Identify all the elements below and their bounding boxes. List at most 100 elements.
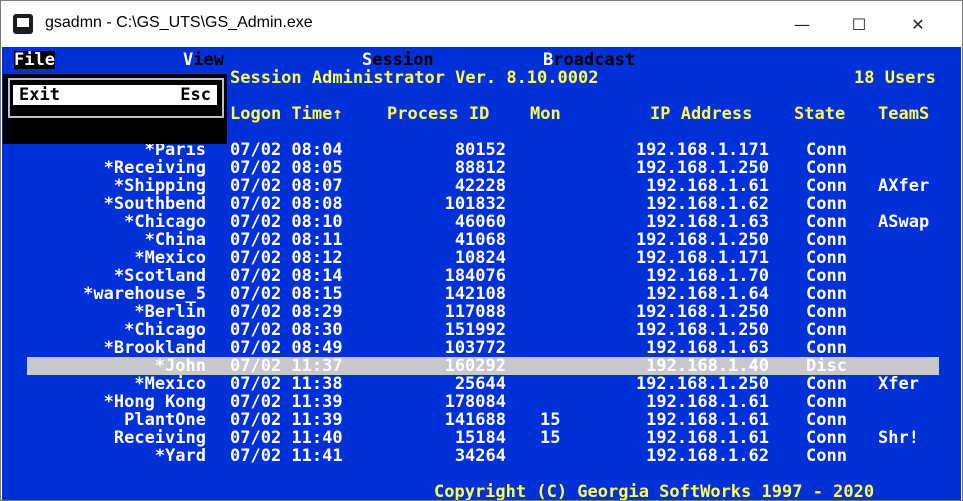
- session-pid: 25644: [454, 374, 506, 394]
- session-time: 07/02 11:38: [230, 374, 343, 394]
- session-state: Conn: [806, 140, 847, 160]
- session-row[interactable]: *John 07/02 11:37 160292 192.168.1.40 Disc: [27, 357, 939, 375]
- session-time: 07/02 11:40: [230, 428, 343, 448]
- session-ip: 192.168.1.70: [646, 266, 769, 286]
- session-team: AXfer: [878, 176, 930, 196]
- menu-file[interactable]: File: [14, 51, 55, 69]
- close-button[interactable]: ✕: [895, 1, 941, 47]
- session-pid: 103772: [444, 338, 506, 358]
- session-pid: 151992: [444, 320, 506, 340]
- session-team: Shr!: [878, 428, 919, 448]
- session-name: *Chicago: [124, 212, 206, 232]
- session-time: 07/02 11:39: [230, 410, 343, 430]
- session-name: *John: [154, 356, 206, 376]
- menu-broadcast[interactable]: Broadcast: [543, 51, 635, 69]
- session-pid: 10824: [454, 248, 506, 268]
- session-row[interactable]: *Berlin 07/02 08:29 117088 192.168.1.250 Con…: [2, 303, 961, 321]
- session-name: *Southbend: [103, 194, 206, 214]
- session-name: *Chicago: [124, 320, 206, 340]
- session-mon: 15: [540, 410, 561, 430]
- session-time: 07/02 08:12: [230, 248, 343, 268]
- session-state: Conn: [806, 374, 847, 394]
- menu-session-hotkey: S: [362, 50, 373, 70]
- menu-exit-item[interactable]: Exit Esc: [13, 85, 217, 105]
- column-ip-address[interactable]: IP Address: [650, 105, 752, 123]
- menu-broadcast-hotkey: B: [543, 50, 554, 70]
- session-mon: 15: [540, 428, 561, 448]
- session-state: Conn: [806, 338, 847, 358]
- user-count: 18 Users: [854, 68, 936, 88]
- session-name: *Shipping: [113, 176, 206, 196]
- session-state: Conn: [806, 248, 847, 268]
- session-pid: 41068: [454, 230, 506, 250]
- session-ip: 192.168.1.61: [646, 392, 769, 412]
- session-name: *Receiving: [103, 158, 206, 178]
- session-row[interactable]: *Southbend 07/02 08:08 101832 192.168.1.62 C…: [2, 195, 961, 213]
- minimize-button[interactable]: —: [779, 1, 825, 47]
- menu-view[interactable]: View: [183, 51, 224, 69]
- file-menu-frame: Exit Esc: [8, 78, 224, 118]
- column-teams[interactable]: TeamS: [878, 105, 929, 123]
- session-name: *Brookland: [103, 338, 206, 358]
- session-row[interactable]: *China 07/02 08:11 41068 192.168.1.250 Conn: [2, 231, 961, 249]
- column-logon-time[interactable]: Logon Time↑: [230, 105, 343, 123]
- session-pid: 141688: [444, 410, 506, 430]
- session-time: 07/02 08:04: [230, 140, 343, 160]
- title-bar[interactable]: gsadmn - C:\GS_UTS\GS_Admin.exe — ☐ ✕: [1, 1, 962, 47]
- menu-session[interactable]: Session: [362, 51, 434, 69]
- console-app-icon[interactable]: [13, 14, 33, 34]
- session-name: *Hong Kong: [103, 392, 206, 412]
- menu-broadcast-label: roadcast: [553, 50, 636, 70]
- session-row[interactable]: *Brookland 07/02 08:49 103772 192.168.1.63 C…: [2, 339, 961, 357]
- session-ip: 192.168.1.63: [646, 212, 769, 232]
- session-row[interactable]: *Mexico 07/02 08:12 10824 192.168.1.171 Conn: [2, 249, 961, 267]
- session-row[interactable]: *Yard 07/02 11:41 34264 192.168.1.62 Conn: [2, 447, 961, 465]
- session-row[interactable]: *Hong Kong 07/02 11:39 178084 192.168.1.61 C…: [2, 393, 961, 411]
- session-row[interactable]: *Mexico 07/02 11:38 25644 192.168.1.250 Conn…: [2, 375, 961, 393]
- session-pid: 184076: [444, 266, 506, 286]
- session-ip: 192.168.1.171: [635, 248, 769, 268]
- session-name: *warehouse_5: [83, 284, 206, 304]
- session-ip: 192.168.1.61: [646, 410, 769, 430]
- column-mon[interactable]: Mon: [530, 105, 561, 123]
- menu-view-hotkey: V: [183, 50, 194, 70]
- session-time: 07/02 11:41: [230, 446, 343, 466]
- session-time: 07/02 08:15: [230, 284, 343, 304]
- session-state: Conn: [806, 212, 847, 232]
- session-state: Conn: [806, 410, 847, 430]
- session-ip: 192.168.1.62: [646, 194, 769, 214]
- session-time: 07/02 08:11: [230, 230, 343, 250]
- session-state: Conn: [806, 320, 847, 340]
- session-ip: 192.168.1.62: [646, 446, 769, 466]
- session-team: Xfer: [878, 374, 919, 394]
- session-state: Conn: [806, 194, 847, 214]
- session-pid: 34264: [454, 446, 506, 466]
- session-row[interactable]: *Chicago 07/02 08:30 151992 192.168.1.250 Co…: [2, 321, 961, 339]
- session-row[interactable]: *Receiving 07/02 08:05 88812 192.168.1.250 C…: [2, 159, 961, 177]
- session-ip: 192.168.1.250: [635, 158, 769, 178]
- menu-bar: File View Session Broadcast: [2, 51, 961, 69]
- session-row[interactable]: *warehouse_5 07/02 08:15 142108 192.168.1.6…: [2, 285, 961, 303]
- session-pid: 142108: [444, 284, 506, 304]
- session-ip: 192.168.1.250: [635, 320, 769, 340]
- session-row[interactable]: *Chicago 07/02 08:10 46060 192.168.1.63 Conn…: [2, 213, 961, 231]
- session-pid: 15184: [454, 428, 506, 448]
- session-pid: 160292: [444, 356, 506, 376]
- session-row[interactable]: *Shipping 07/02 08:07 42228 192.168.1.61 Con…: [2, 177, 961, 195]
- session-time: 07/02 08:07: [230, 176, 343, 196]
- session-time: 07/02 08:49: [230, 338, 343, 358]
- session-name: *Yard: [154, 446, 206, 466]
- session-state: Conn: [806, 446, 847, 466]
- app-header-title: Session Administrator Ver. 8.10.0002: [230, 68, 599, 88]
- copyright-text: Copyright (C) Georgia SoftWorks 1997 - 2…: [434, 482, 875, 500]
- session-state: Conn: [806, 284, 847, 304]
- maximize-button[interactable]: ☐: [836, 1, 882, 47]
- session-time: 07/02 08:29: [230, 302, 343, 322]
- column-state[interactable]: State: [794, 105, 845, 123]
- column-process-id[interactable]: Process ID: [387, 105, 489, 123]
- session-time: 07/02 08:14: [230, 266, 343, 286]
- session-row[interactable]: *Scotland 07/02 08:14 184076 192.168.1.70 Co…: [2, 267, 961, 285]
- session-row[interactable]: Receiving 07/02 11:40 15184 15 192.168.1.61 C…: [2, 429, 961, 447]
- session-row[interactable]: PlantOne 07/02 11:39 141688 15 192.168.1.61 C…: [2, 411, 961, 429]
- session-pid: 101832: [444, 194, 506, 214]
